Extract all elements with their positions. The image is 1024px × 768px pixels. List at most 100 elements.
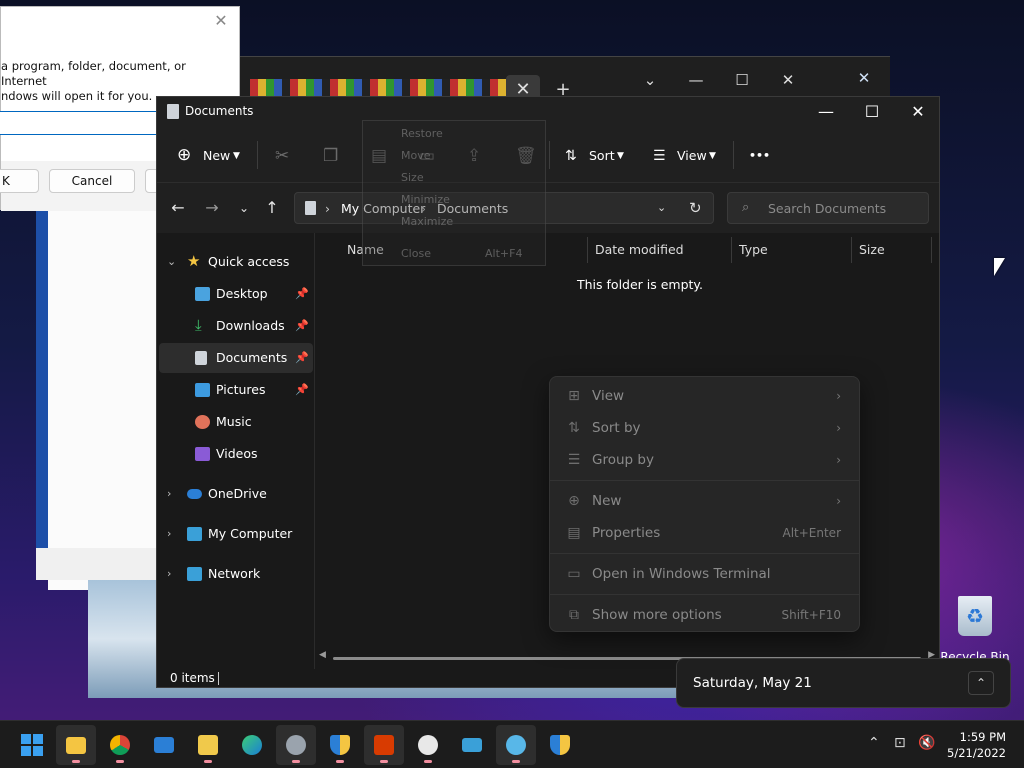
taskbar-clock[interactable]: 1:59 PM 5/21/2022 [947,729,1006,761]
nav-downloads[interactable]: ⤓ Downloads 📌 [159,311,313,341]
expand-chevron-icon[interactable]: ⌄ [167,247,176,277]
expand-chevron-icon[interactable]: › [167,519,171,549]
column-type[interactable]: Type [739,242,768,257]
item-count: 0 items [170,671,215,685]
column-separator[interactable] [851,237,852,263]
context-show-more[interactable]: ⧉ Show more options Shift+F10 [554,599,855,631]
column-separator[interactable] [931,237,932,263]
nav-videos[interactable]: Videos [159,439,313,469]
context-group-by[interactable]: ☰ Group by › [554,444,855,476]
start-button[interactable] [12,725,52,765]
plus-circle-icon: ⊕ [177,145,192,165]
context-sort-by[interactable]: ⇅ Sort by › [554,412,855,444]
nav-my-computer[interactable]: › My Computer [159,519,313,549]
cloud-icon [187,489,202,499]
recent-chevron-icon[interactable]: ⌄ [231,197,257,219]
taskbar-network-app[interactable] [496,725,536,765]
browser-chevron-down-icon[interactable]: ⌄ [628,71,672,89]
address-dropdown-icon[interactable]: ⌄ [657,201,666,214]
search-placeholder: Search Documents [768,201,887,216]
taskbar-notepad[interactable] [188,725,228,765]
search-input[interactable]: ⌕ Search Documents [727,192,929,224]
up-arrow-icon[interactable]: ↑ [259,197,285,219]
nav-label: My Computer [208,526,293,541]
pin-icon[interactable]: 📌 [295,343,309,373]
nav-documents[interactable]: Documents 📌 [159,343,313,373]
refresh-icon[interactable]: ↻ [689,199,702,217]
nav-label: Videos [216,446,258,461]
nav-network[interactable]: › Network [159,559,313,589]
volume-muted-icon[interactable]: 🔇 [918,735,935,751]
view-label: View [677,148,707,163]
back-arrow-icon[interactable]: ← [165,197,191,219]
cut-icon[interactable]: ✂ [275,141,289,171]
cancel-button[interactable]: Cancel [49,169,135,193]
pin-icon[interactable]: 📌 [295,279,309,309]
context-view[interactable]: ⊞ View › [554,380,855,412]
column-date-modified[interactable]: Date modified [595,242,684,257]
ok-button[interactable]: K [0,169,39,193]
taskbar-settings[interactable] [276,725,316,765]
run-close-icon[interactable]: ✕ [209,11,233,30]
taskbar-admin-app[interactable] [540,725,580,765]
expand-chevron-icon[interactable]: › [167,479,171,509]
nav-pictures[interactable]: Pictures 📌 [159,375,313,405]
nav-music[interactable]: Music [159,407,313,437]
taskbar-office[interactable] [364,725,404,765]
taskbar-security[interactable] [320,725,360,765]
taskbar-file-explorer[interactable] [56,725,96,765]
scroll-left-icon[interactable]: ◀ [319,650,326,660]
column-size[interactable]: Size [859,242,885,257]
sysmenu-maximize: Maximize [401,215,454,228]
title-bar[interactable]: Documents — ☐ ✕ [157,97,939,127]
forward-arrow-icon[interactable]: → [199,197,225,219]
minimize-button[interactable]: — [803,97,849,127]
show-hidden-icons-chevron-icon[interactable]: ⌃ [868,735,880,751]
taskbar-remote-app[interactable] [452,725,492,765]
window-title: Documents [185,104,254,118]
context-new[interactable]: ⊕ New › [554,485,855,517]
taskbar-edge[interactable] [232,725,272,765]
nav-desktop[interactable]: Desktop 📌 [159,279,313,309]
browser-minimize-icon[interactable]: — [674,71,718,89]
sort-button[interactable]: ⇅ Sort ▼ [565,141,631,171]
taskbar-chrome[interactable] [100,725,140,765]
copy-icon[interactable]: ❐ [323,141,338,171]
blue-window-close-icon[interactable]: ✕ [842,69,886,87]
music-icon [195,415,210,429]
close-button[interactable]: ✕ [895,97,941,127]
nav-label: Desktop [216,286,268,301]
nav-onedrive[interactable]: › OneDrive [159,479,313,509]
browser-maximize-icon[interactable]: ☐ [720,71,764,89]
clock-icon [418,735,438,755]
documents-icon [167,104,179,119]
new-button[interactable]: ⊕ New ▼ [177,141,247,171]
context-properties[interactable]: ▤ Properties Alt+Enter [554,517,855,549]
sort-label: Sort [589,148,615,163]
context-open-terminal[interactable]: ▭ Open in Windows Terminal [554,558,855,590]
context-label: Sort by [592,420,641,436]
expand-chevron-icon[interactable]: › [167,559,171,589]
more-options-button[interactable]: ••• [749,141,770,171]
terminal-icon: ▭ [567,566,581,582]
maximize-button[interactable]: ☐ [849,97,895,127]
mail-icon [154,737,174,753]
chevron-down-icon: ▼ [233,151,240,161]
network-status-icon[interactable]: ⊡ [894,735,906,751]
context-menu: ⊞ View › ⇅ Sort by › ☰ Group by › ⊕ New … [549,376,860,632]
browser-close-icon[interactable]: ✕ [766,71,810,89]
view-button[interactable]: ☰ View ▼ [653,141,723,171]
expand-calendar-icon[interactable]: ⌃ [968,671,994,695]
more-options-icon: ⧉ [569,607,579,623]
nav-quick-access[interactable]: ⌄ ★ Quick access [159,247,313,277]
chrome-icon [110,735,130,755]
clock-time: 1:59 PM [959,730,1006,744]
recycle-bin[interactable]: ♻ Recycle Bin [940,596,1010,664]
pin-icon[interactable]: 📌 [295,311,309,341]
pin-icon[interactable]: 📌 [295,375,309,405]
column-separator[interactable] [587,237,588,263]
column-separator[interactable] [731,237,732,263]
taskbar-mail[interactable] [144,725,184,765]
running-indicator [72,760,80,763]
taskbar-clock-app[interactable] [408,725,448,765]
